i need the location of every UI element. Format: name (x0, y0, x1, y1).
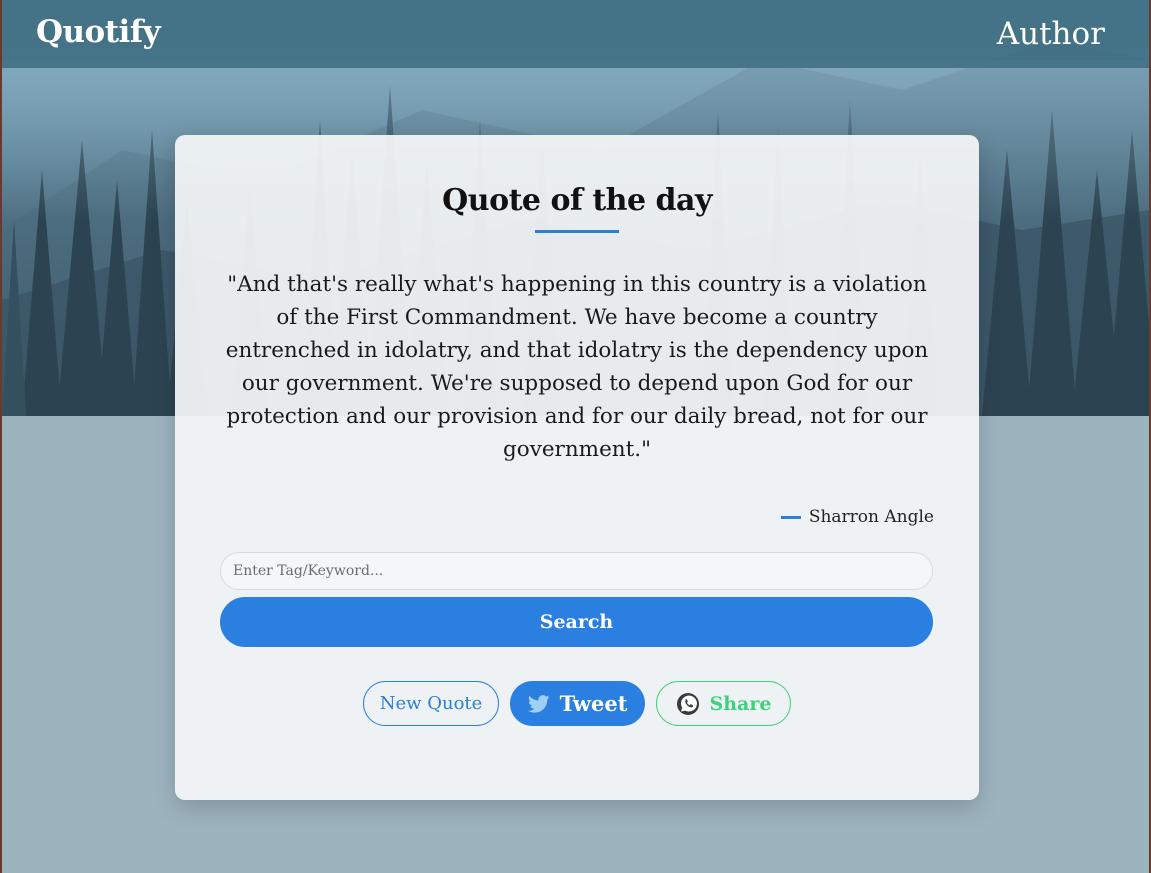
author-dash (780, 515, 801, 519)
author-link[interactable]: Author (997, 16, 1105, 52)
quote-text: "And that's really what's happening in t… (225, 272, 929, 462)
title-underline (535, 230, 619, 233)
page: Quotify Author Quote of the day "And tha… (2, 0, 1149, 873)
navbar: Quotify Author (2, 0, 1149, 68)
brand-logo[interactable]: Quotify (36, 14, 161, 50)
tweet-button[interactable]: Tweet (510, 681, 645, 726)
share-label: Share (709, 692, 772, 715)
search-input[interactable] (220, 552, 933, 590)
new-quote-button[interactable]: New Quote (363, 681, 499, 726)
whatsapp-icon (676, 692, 700, 716)
author-attribution: Sharron Angle (780, 507, 934, 527)
share-button[interactable]: Share (656, 681, 791, 726)
new-quote-label: New Quote (379, 693, 483, 714)
card-title: Quote of the day (442, 183, 712, 218)
twitter-bird-icon (527, 694, 550, 713)
quote-card: Quote of the day "And that's really what… (175, 135, 979, 800)
search-button[interactable]: Search (220, 597, 933, 647)
tweet-label: Tweet (559, 691, 628, 716)
author-name: Sharron Angle (808, 507, 934, 527)
